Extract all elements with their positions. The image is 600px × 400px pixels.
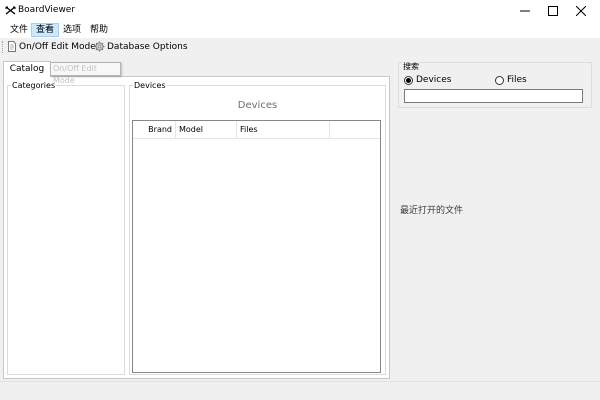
radio-files-label: Files [507, 75, 527, 85]
tab-catalog[interactable]: Catalog [3, 61, 51, 77]
device-list[interactable]: Brand Model Files [132, 120, 381, 373]
tooltip: On/Off Edit Mode [50, 62, 121, 85]
categories-group: Categories [7, 81, 125, 375]
window-title: BoardViewer [18, 5, 76, 15]
radio-button-checked[interactable] [404, 75, 413, 85]
categories-label: Categories [12, 81, 56, 90]
toolbar: On/Off Edit Mode Database Options [0, 38, 600, 55]
close-button[interactable] [566, 0, 596, 22]
device-list-header: Brand Model Files [133, 121, 380, 139]
database-options-label: Database Options [107, 41, 188, 52]
close-icon [576, 6, 586, 16]
catalog-panel: Categories Devices Devices Brand Model F… [3, 76, 390, 379]
search-label: 搜索 [402, 61, 420, 72]
database-options-button[interactable]: Database Options [94, 39, 188, 54]
menu-help[interactable]: 帮助 [86, 23, 112, 37]
crossed-arrows-icon [5, 6, 16, 15]
radio-devices[interactable]: Devices [404, 75, 451, 85]
gear-icon [94, 41, 105, 52]
devices-group: Devices Devices Brand Model Files [129, 81, 386, 375]
devices-label: Devices [134, 81, 166, 90]
toolbar-grip[interactable] [2, 41, 4, 53]
edit-mode-label: On/Off Edit Mode [19, 41, 96, 52]
radio-button-unchecked[interactable] [495, 75, 504, 85]
devices-heading: Devices [237, 100, 278, 111]
maximize-icon [548, 6, 558, 16]
radio-devices-label: Devices [416, 75, 452, 85]
column-brand[interactable]: Brand [133, 121, 176, 139]
column-files[interactable]: Files [237, 121, 330, 139]
search-input[interactable] [404, 89, 583, 103]
edit-mode-button[interactable]: On/Off Edit Mode [7, 39, 96, 54]
menu-bar: 文件 查看 选项 帮助 [0, 22, 600, 38]
title-bar: BoardViewer [0, 0, 600, 22]
recent-files-label: 最近打开的文件 [400, 206, 464, 216]
menu-view[interactable]: 查看 [31, 23, 60, 37]
radio-files[interactable]: Files [495, 75, 527, 85]
menu-options[interactable]: 选项 [59, 23, 85, 37]
document-icon [8, 41, 16, 52]
status-bar [0, 381, 600, 400]
column-model[interactable]: Model [176, 121, 237, 139]
minimize-button[interactable] [510, 0, 540, 22]
maximize-button[interactable] [538, 0, 568, 22]
minimize-icon [520, 10, 530, 12]
menu-file[interactable]: 文件 [6, 23, 32, 37]
